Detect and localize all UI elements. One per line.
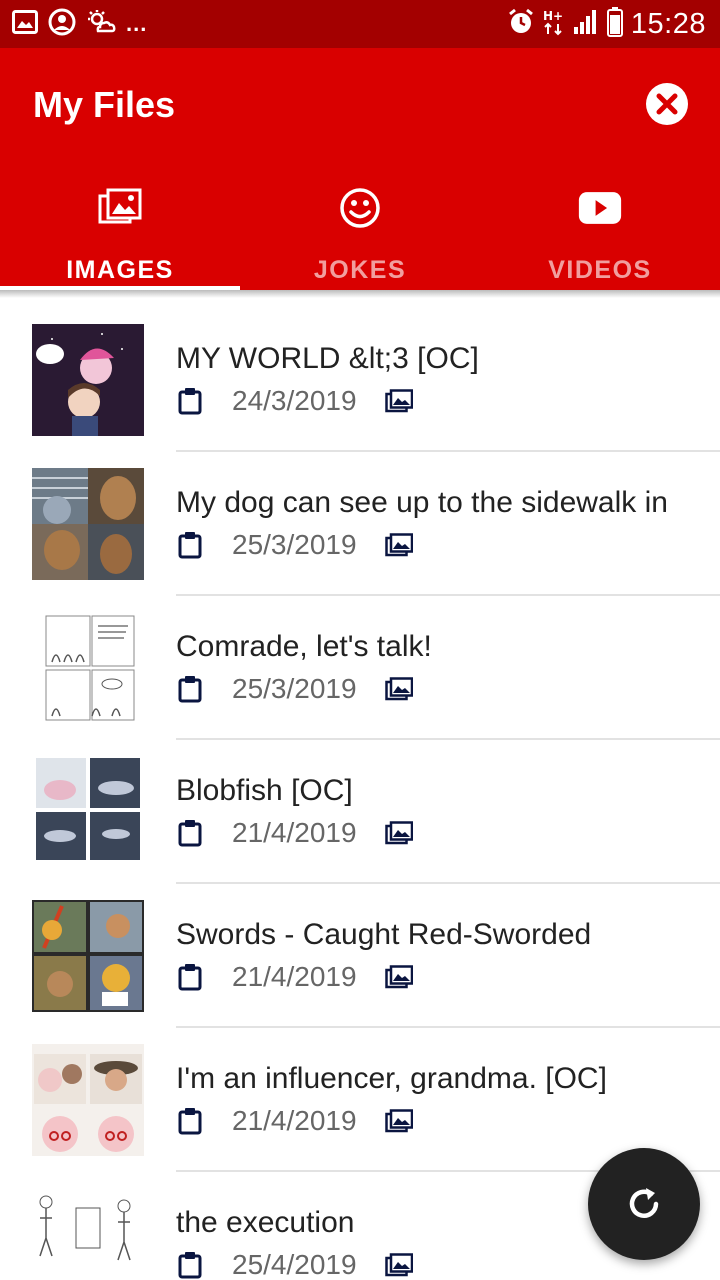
clipboard-icon — [176, 386, 204, 416]
signal-icon — [573, 9, 599, 40]
clipboard-icon — [176, 1106, 204, 1136]
thumbnail — [32, 1044, 144, 1156]
image-type-icon — [384, 532, 413, 558]
thumbnail — [32, 468, 144, 580]
image-type-icon — [384, 1252, 413, 1278]
tab-label: IMAGES — [66, 256, 174, 284]
file-title: Comrade, let's talk! — [176, 630, 432, 663]
file-meta: 24/3/2019 — [176, 384, 413, 418]
file-date: 24/3/2019 — [232, 385, 357, 416]
tab-label: JOKES — [313, 256, 407, 284]
file-list: MY WORLD &lt;3 [OC] 24/3/2019 My dog can… — [0, 300, 720, 1280]
tab-videos[interactable]: VIDEOS — [480, 176, 720, 290]
tab-images[interactable]: IMAGES — [0, 176, 240, 290]
youtube-icon — [578, 186, 622, 230]
list-item[interactable]: I'm an influencer, grandma. [OC] 21/4/20… — [0, 1020, 720, 1172]
file-meta: 21/4/2019 — [176, 960, 413, 994]
file-meta: 25/3/2019 — [176, 528, 413, 562]
app-bar: My Files IMAGES JOKES VIDEOS — [0, 48, 720, 290]
battery-icon — [606, 6, 623, 42]
list-item[interactable]: Blobfish [OC] 21/4/2019 — [0, 732, 720, 884]
list-item[interactable]: Swords - Caught Red-Sworded 21/4/2019 — [0, 876, 720, 1028]
file-date: 21/4/2019 — [232, 961, 357, 992]
clipboard-icon — [176, 1250, 204, 1280]
file-title: I'm an influencer, grandma. [OC] — [176, 1062, 607, 1095]
image-type-icon — [384, 388, 413, 414]
file-meta: 21/4/2019 — [176, 816, 413, 850]
app-bar-shadow — [0, 290, 720, 298]
list-item[interactable]: My dog can see up to the sidewalk in 25/… — [0, 444, 720, 596]
notification-overflow: ... — [126, 11, 148, 36]
tab-label: VIDEOS — [548, 256, 652, 284]
refresh-button[interactable] — [588, 1148, 700, 1260]
list-item[interactable]: Comrade, let's talk! 25/3/2019 — [0, 588, 720, 740]
thumbnail — [32, 756, 144, 868]
clipboard-icon — [176, 818, 204, 848]
list-item[interactable]: MY WORLD &lt;3 [OC] 24/3/2019 — [0, 300, 720, 452]
clipboard-icon — [176, 962, 204, 992]
clock: 15:28 — [630, 7, 706, 40]
status-bar: ... H+ 15:28 — [0, 0, 720, 48]
file-title: Swords - Caught Red-Sworded — [176, 918, 592, 951]
clipboard-icon — [176, 530, 204, 560]
gallery-icon — [12, 9, 38, 39]
image-type-icon — [384, 820, 413, 846]
weather-icon — [86, 9, 116, 40]
thumbnail — [32, 1188, 144, 1280]
refresh-icon — [629, 1188, 659, 1218]
thumbnail — [32, 900, 144, 1012]
file-meta: 25/3/2019 — [176, 672, 413, 706]
file-meta: 21/4/2019 — [176, 1104, 413, 1138]
file-meta: 25/4/2019 — [176, 1248, 413, 1280]
tab-bar: IMAGES JOKES VIDEOS — [0, 176, 720, 290]
svg-text:H+: H+ — [543, 9, 563, 23]
tab-jokes[interactable]: JOKES — [240, 176, 480, 290]
file-date: 21/4/2019 — [232, 1105, 357, 1136]
hplus-data-icon: H+ — [543, 8, 565, 41]
file-title: MY WORLD &lt;3 [OC] — [176, 342, 479, 375]
page-title: My Files — [33, 84, 176, 125]
file-title: Blobfish [OC] — [176, 774, 353, 807]
file-date: 25/3/2019 — [232, 673, 357, 704]
file-date: 25/4/2019 — [232, 1249, 357, 1280]
image-type-icon — [384, 964, 413, 990]
file-date: 21/4/2019 — [232, 817, 357, 848]
smiley-icon — [338, 186, 382, 230]
thumbnail — [32, 324, 144, 436]
close-icon — [656, 93, 678, 115]
clipboard-icon — [176, 674, 204, 704]
images-icon — [98, 186, 142, 230]
thumbnail — [32, 612, 144, 724]
file-date: 25/3/2019 — [232, 529, 357, 560]
close-button[interactable] — [646, 83, 688, 125]
image-type-icon — [384, 1108, 413, 1134]
image-type-icon — [384, 676, 413, 702]
alarm-icon — [507, 8, 535, 41]
file-title: My dog can see up to the sidewalk in — [176, 486, 668, 519]
account-icon — [48, 8, 76, 41]
